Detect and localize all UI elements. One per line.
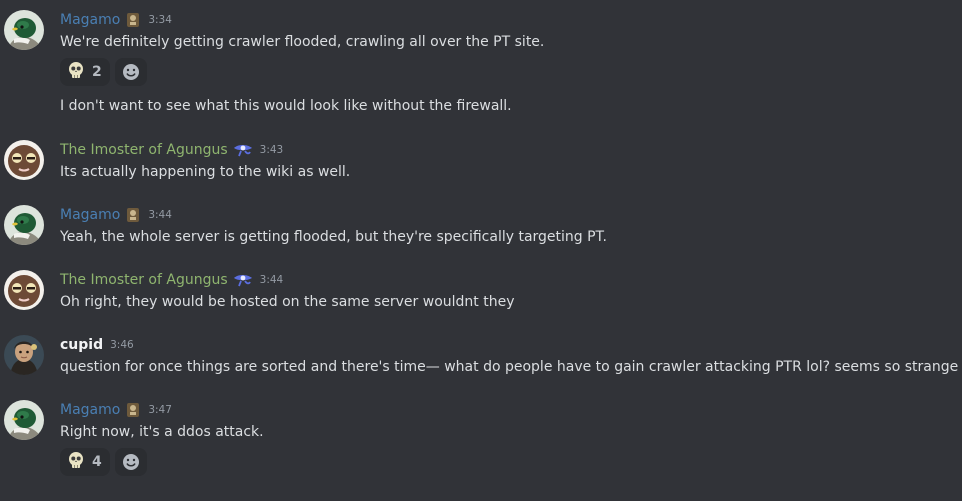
message-header: cupid 3:46 <box>60 335 134 355</box>
reactions-bar: 2 <box>60 58 147 86</box>
avatar-imoster[interactable] <box>4 140 44 180</box>
guild-tag-icon[interactable] <box>125 207 141 223</box>
guild-tag-icon[interactable] <box>125 402 141 418</box>
eye-of-horus-icon[interactable] <box>233 142 253 158</box>
author-name[interactable]: Magamo <box>60 402 120 418</box>
avatar-magamo[interactable] <box>4 10 44 50</box>
message-text: question for once things are sorted and … <box>60 359 959 375</box>
timestamp[interactable]: 3:44 <box>148 209 172 221</box>
smiley-face-icon <box>122 64 139 80</box>
timestamp[interactable]: 3:44 <box>260 274 284 286</box>
author-name[interactable]: cupid <box>60 337 103 353</box>
smiley-face-icon <box>122 454 139 470</box>
message-header: The Imoster of Agungus 3:44 <box>60 270 283 290</box>
message-header: Magamo 3:34 <box>60 10 172 30</box>
timestamp[interactable]: 3:47 <box>148 404 172 416</box>
message-text: We're definitely getting crawler flooded… <box>60 34 545 50</box>
message-header: The Imoster of Agungus 3:43 <box>60 140 283 160</box>
author-name[interactable]: Magamo <box>60 207 120 223</box>
timestamp[interactable]: 3:34 <box>148 14 172 26</box>
author-name[interactable]: The Imoster of Agungus <box>60 272 228 288</box>
add-reaction-button[interactable] <box>114 448 147 476</box>
reaction-skull[interactable]: 4 <box>60 448 110 476</box>
reaction-count: 4 <box>92 454 102 470</box>
timestamp[interactable]: 3:43 <box>260 144 284 156</box>
message-header: Magamo 3:44 <box>60 205 172 225</box>
reactions-bar: 4 <box>60 448 147 476</box>
skull-face-emoji-icon <box>66 450 86 474</box>
guild-tag-icon[interactable] <box>125 12 141 28</box>
reaction-skull[interactable]: 2 <box>60 58 110 86</box>
eye-of-horus-icon[interactable] <box>233 272 253 288</box>
avatar-magamo[interactable] <box>4 400 44 440</box>
timestamp[interactable]: 3:46 <box>110 339 134 351</box>
message-text: Right now, it's a ddos attack. <box>60 424 264 440</box>
message-text: Its actually happening to the wiki as we… <box>60 164 351 180</box>
message-text: Oh right, they would be hosted on the sa… <box>60 294 515 310</box>
author-name[interactable]: The Imoster of Agungus <box>60 142 228 158</box>
avatar-imoster[interactable] <box>4 270 44 310</box>
add-reaction-button[interactable] <box>114 58 147 86</box>
message-header: Magamo 3:47 <box>60 400 172 420</box>
message-list: Magamo 3:34 We're definitely getting cra… <box>0 0 962 501</box>
avatar-magamo[interactable] <box>4 205 44 245</box>
author-name[interactable]: Magamo <box>60 12 120 28</box>
message-text: I don't want to see what this would look… <box>60 98 512 114</box>
avatar-cupid[interactable] <box>4 335 44 375</box>
message-text: Yeah, the whole server is getting floode… <box>60 229 607 245</box>
skull-face-emoji-icon <box>66 60 86 84</box>
reaction-count: 2 <box>92 64 102 80</box>
